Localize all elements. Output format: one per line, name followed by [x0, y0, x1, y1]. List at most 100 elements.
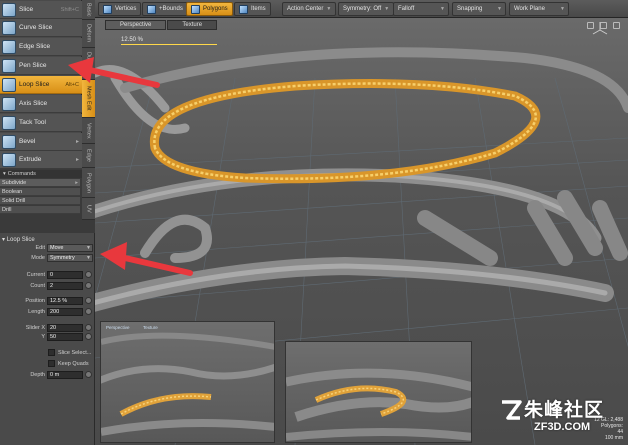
commands-header[interactable]: ▾ Commands: [0, 170, 82, 178]
command-drill[interactable]: Drill: [0, 206, 80, 214]
selected-loop: [149, 79, 541, 184]
edit-select[interactable]: Move ▼: [47, 244, 93, 252]
polygons-mode-button[interactable]: Polygons: [186, 2, 233, 16]
bevel-icon: [2, 134, 16, 149]
tool-extrude[interactable]: Extrude ▸: [0, 151, 82, 169]
position-spinner[interactable]: [85, 297, 92, 304]
chevron-right-icon: ▸: [75, 179, 78, 186]
chevron-down-icon: ▼: [440, 6, 445, 12]
tab-basic[interactable]: Basic: [82, 0, 95, 20]
tool-curve-slice[interactable]: Curve Slice: [0, 19, 82, 37]
falloff-dropdown[interactable]: Falloff ▼: [393, 2, 449, 16]
viewport-pan-icon[interactable]: [587, 22, 594, 29]
count-field[interactable]: 2: [47, 282, 83, 290]
depth-spinner[interactable]: [85, 371, 92, 378]
chevron-down-icon: ▼: [497, 6, 502, 12]
bounds-icon: [147, 4, 156, 14]
inset-b-scene: [286, 368, 471, 441]
slider-y-spinner[interactable]: [85, 333, 92, 340]
watermark-url: ZF3D.COM: [534, 421, 591, 433]
mode-select[interactable]: Symmetry ▼: [47, 254, 93, 262]
vertices-mode-button[interactable]: Vertices: [98, 2, 142, 16]
extrude-icon: [2, 152, 16, 167]
command-solid-drill[interactable]: Solid Drill: [0, 197, 80, 205]
axis-slice-icon: [2, 96, 16, 111]
tab-polygon[interactable]: Polygon: [82, 168, 95, 198]
depth-field[interactable]: 0 m: [47, 371, 83, 379]
length-spinner[interactable]: [85, 308, 92, 315]
work-plane-dropdown[interactable]: Work Plane ▼: [509, 2, 569, 16]
annotation-arrow-mode: [100, 242, 193, 276]
inset-a-scene: [101, 332, 274, 436]
tool-bevel[interactable]: Bevel ▸: [0, 133, 82, 151]
tab-edge[interactable]: Edge: [82, 144, 95, 168]
curve-slice-icon: [2, 20, 16, 35]
snapping-dropdown[interactable]: Snapping ▼: [452, 2, 506, 16]
loop-slice-icon: [2, 77, 16, 92]
chevron-down-icon: ▼: [86, 255, 91, 261]
command-boolean[interactable]: Boolean: [0, 188, 80, 196]
length-field[interactable]: 200: [47, 308, 83, 316]
slice-select-checkbox[interactable]: [48, 349, 55, 356]
inset-screenshot-a: Perspective Texture: [100, 321, 275, 443]
edit-label: Edit: [35, 245, 45, 251]
zf3d-logo-icon: [502, 400, 522, 420]
top-toolbar: Vertices +Bounds Polygons Items Action C…: [95, 0, 628, 18]
slider-y-field[interactable]: 50: [47, 333, 83, 341]
viewport-maximize-icon[interactable]: [613, 22, 620, 29]
annotation-arrow-loop-slice: [68, 57, 160, 88]
symmetry-dropdown[interactable]: Symmetry: Off ▼: [338, 2, 395, 16]
command-subdivide[interactable]: Subdivide ▸: [0, 179, 80, 187]
chevron-right-icon: ▸: [75, 139, 79, 145]
chevron-down-icon: ▼: [560, 6, 565, 12]
chevron-down-icon: ▾: [3, 171, 6, 177]
slider-y-label: Y: [41, 334, 45, 340]
inset-screenshot-b: [285, 341, 472, 443]
tack-tool-icon: [2, 115, 16, 130]
polygons-icon: [191, 4, 200, 14]
count-spinner[interactable]: [85, 282, 92, 289]
slider-x-label: Slider X: [25, 325, 45, 331]
tool-slice[interactable]: Slice Shift+C: [0, 1, 82, 19]
tool-edge-slice[interactable]: Edge Slice: [0, 38, 82, 56]
keep-quads-checkbox[interactable]: [48, 360, 55, 367]
current-field[interactable]: 0: [47, 271, 83, 279]
current-spinner[interactable]: [85, 271, 92, 278]
inset-a-tab-label: Perspective: [106, 325, 130, 330]
tab-perspective[interactable]: Perspective: [105, 20, 167, 30]
inset-a-tab-value: Texture: [143, 325, 158, 330]
chevron-right-icon: ▸: [75, 157, 79, 163]
watermark: 朱峰社区 ZF3D.COM: [500, 395, 625, 441]
slider-x-spinner[interactable]: [85, 324, 92, 331]
slice-guide-line[interactable]: [121, 44, 217, 45]
tool-tack-tool[interactable]: Tack Tool: [0, 114, 82, 132]
chevron-down-icon: ▼: [326, 6, 332, 12]
position-field[interactable]: 12.5 %: [47, 297, 83, 305]
viewport-rotate-icon[interactable]: [600, 22, 607, 29]
mode-label: Mode: [31, 255, 45, 261]
tab-texture[interactable]: Texture: [167, 20, 218, 30]
position-label: Position: [25, 298, 45, 304]
chevron-down-icon: ▼: [384, 6, 390, 12]
watermark-text: 朱峰社区: [524, 400, 605, 421]
items-mode-button[interactable]: Items: [234, 2, 271, 16]
action-center-dropdown[interactable]: Action Center ▼: [282, 2, 337, 16]
depth-label: Depth: [30, 372, 45, 378]
items-icon: [239, 4, 248, 14]
slider-x-field[interactable]: 20: [47, 324, 83, 332]
right-capsules: [417, 190, 628, 266]
chevron-down-icon: ▼: [86, 245, 91, 251]
edge-slice-icon: [2, 39, 16, 54]
properties-title: ▾ Loop Slice: [2, 237, 35, 243]
count-label: Count: [30, 283, 45, 289]
tab-deform[interactable]: Deform: [82, 20, 95, 48]
bounds-mode-button[interactable]: +Bounds: [142, 2, 188, 16]
tool-properties-panel: ▾ Loop Slice Edit Move ▼ Mode Symmetry ▼ C…: [0, 233, 95, 445]
tab-vertex[interactable]: Vertex: [82, 118, 95, 144]
slice-select-label: Slice Select...: [58, 350, 92, 356]
pen-slice-icon: [2, 58, 16, 73]
current-label: Current: [26, 272, 45, 278]
tab-uv[interactable]: UV: [82, 198, 95, 220]
length-label: Length: [28, 309, 45, 315]
tool-tabs: Basic Deform Duplicate Mesh Edit Vertex …: [82, 0, 95, 220]
